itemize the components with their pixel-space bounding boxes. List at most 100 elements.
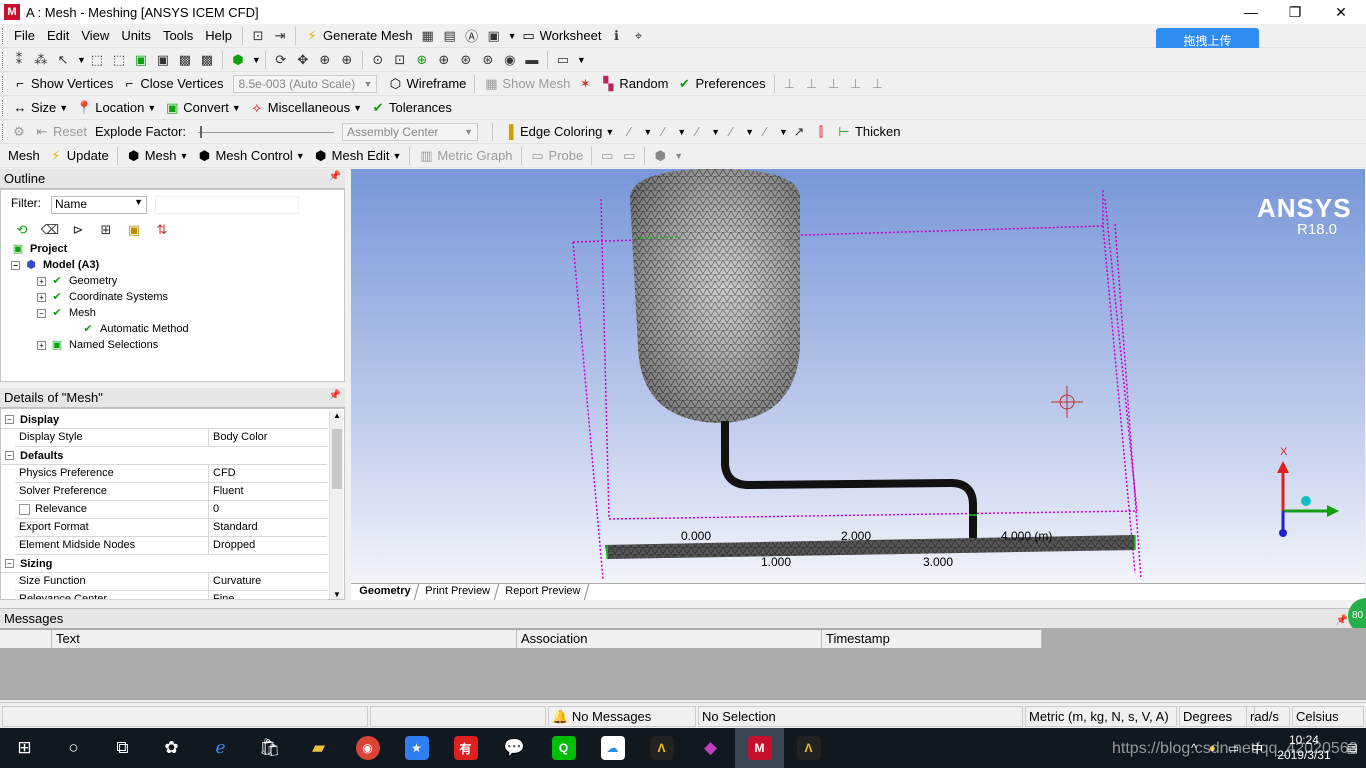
tree-item-mesh[interactable]: − ✔ Mesh <box>37 305 96 321</box>
metric-graph-button[interactable]: ▥ Metric Graph <box>414 145 516 167</box>
select-mesh-icon[interactable]: ▩ <box>196 50 218 70</box>
explode-icon[interactable]: ⚙ <box>8 122 30 142</box>
expand-icon[interactable]: + <box>37 276 46 286</box>
details-scrollbar[interactable]: ▲ ▼ <box>329 411 343 599</box>
align-icon-2[interactable]: ⊥ <box>801 74 823 94</box>
details-section[interactable]: − Display <box>1 411 327 429</box>
align-icon-4[interactable]: ⊥ <box>845 74 867 94</box>
expand-icon[interactable]: + <box>37 340 46 350</box>
assembly-center-combo[interactable]: Assembly Center ▼ <box>342 122 479 141</box>
mesh-edit-dropdown[interactable]: ⬢ Mesh Edit ▼ <box>309 145 406 167</box>
pin-icon[interactable]: 📌 <box>329 171 341 182</box>
baidu-netdisk-icon[interactable]: ☁ <box>588 728 637 768</box>
menu-view[interactable]: View <box>75 28 115 43</box>
edge-browser-icon[interactable]: ℯ <box>196 728 245 768</box>
status-messages[interactable]: 🔔 No Messages <box>548 706 696 727</box>
mesh-metric-icon[interactable]: ▤ <box>439 26 461 46</box>
details-section[interactable]: − Sizing <box>1 555 327 573</box>
tree-item-coordinate-systems[interactable]: + ✔ Coordinate Systems <box>37 289 168 305</box>
rotate-icon[interactable]: ⟳ <box>270 50 292 70</box>
messages-col-timestamp[interactable]: Timestamp <box>822 630 1042 648</box>
command-window-icon[interactable]: ⊡ <box>247 26 269 46</box>
edge-style-icon-4[interactable]: ⁄ <box>720 122 742 142</box>
store-icon[interactable]: 🛍 <box>245 728 294 768</box>
magnifier-icon[interactable]: ⊕ <box>411 50 433 70</box>
messages-col-association[interactable]: Association <box>517 630 822 648</box>
edge-style-icon-1[interactable]: ⁄ <box>618 122 640 142</box>
tree-item-geometry[interactable]: + ✔ Geometry <box>37 273 117 289</box>
details-row[interactable]: Size Function Curvature <box>15 573 327 591</box>
iqiyi-icon[interactable]: Q <box>539 728 588 768</box>
minimize-button[interactable]: — <box>1228 0 1274 24</box>
edge-direction-icon[interactable]: ↗ <box>788 122 810 142</box>
mesh-control-dropdown[interactable]: ⬢ Mesh Control ▼ <box>192 145 308 167</box>
details-row[interactable]: Relevance Center Fine <box>15 591 327 600</box>
apps-icon[interactable]: ✿ <box>147 728 196 768</box>
task-view-icon[interactable]: ⧉ <box>98 728 147 768</box>
align-icon-3[interactable]: ⊥ <box>823 74 845 94</box>
extend-selection-icon[interactable]: ⬢ <box>227 50 249 70</box>
edge-style-icon-5[interactable]: ⁄ <box>754 122 776 142</box>
details-row[interactable]: Relevance 0 <box>15 501 327 519</box>
worksheet-button[interactable]: ▭ Worksheet <box>517 25 606 47</box>
ansys-workbench-icon[interactable]: Λ <box>637 728 686 768</box>
tolerances-button[interactable]: ✔ Tolerances <box>366 97 456 119</box>
display-style-icon[interactable]: ⬢ <box>649 146 671 166</box>
relevance-checkbox[interactable] <box>19 504 30 515</box>
generate-mesh-button[interactable]: ⚡ Generate Mesh <box>300 25 417 47</box>
tree-item-automatic-method[interactable]: ✔ Automatic Method <box>81 321 188 337</box>
menu-edit[interactable]: Edit <box>41 28 75 43</box>
details-row[interactable]: Solver Preference Fluent <box>15 483 327 501</box>
assistant-icon[interactable]: ★ <box>392 728 441 768</box>
tag-icon[interactable]: ⌖ <box>627 26 649 46</box>
location-button[interactable]: 📍 Location ▼ <box>72 97 160 119</box>
ansys-cfd-icon[interactable]: Λ <box>784 728 833 768</box>
menu-tools[interactable]: Tools <box>157 28 199 43</box>
tree-icon[interactable]: ⊳ <box>67 220 89 240</box>
refresh-icon[interactable]: ⟲ <box>11 220 33 240</box>
magnifier-window-icon[interactable]: ⊕ <box>433 50 455 70</box>
isometric-view-icon[interactable]: ◉ <box>499 50 521 70</box>
details-section[interactable]: − Defaults <box>1 447 327 465</box>
collapse-icon[interactable]: − <box>37 308 46 318</box>
ruler-axis-icon[interactable]: ✶ <box>574 74 596 94</box>
menu-units[interactable]: Units <box>115 28 157 43</box>
thin-edge-icon[interactable]: ⫿ <box>810 122 832 142</box>
search-icon[interactable]: ○ <box>49 728 98 768</box>
pin-icon[interactable]: 📌 <box>329 390 341 401</box>
text-annotation-icon[interactable]: Ⓐ <box>461 26 483 46</box>
thicken-button[interactable]: ⊢ Thicken <box>832 121 905 143</box>
image-capture-icon[interactable]: ▣ <box>483 26 505 46</box>
probe-button[interactable]: ▭ Probe <box>526 145 588 167</box>
details-row[interactable]: Physics Preference CFD <box>15 465 327 483</box>
next-view-icon[interactable]: ⊛ <box>477 50 499 70</box>
convert-button[interactable]: ▣ Convert ▼ <box>160 97 244 119</box>
set-view-icon[interactable]: ▬ <box>521 50 543 70</box>
show-mesh-button[interactable]: ▦ Show Mesh <box>479 73 574 95</box>
select-vertex-icon[interactable]: ⬚ <box>86 50 108 70</box>
collapse-icon[interactable]: − <box>11 260 20 270</box>
miscellaneous-button[interactable]: ⟡ Miscellaneous ▼ <box>245 97 366 119</box>
select-element-icon[interactable]: ▩ <box>174 50 196 70</box>
select-body-icon[interactable]: ▣ <box>152 50 174 70</box>
details-row[interactable]: Element Midside Nodes Dropped <box>15 537 327 555</box>
zoom-icon[interactable]: ⊕ <box>314 50 336 70</box>
update-button[interactable]: ⚡ Update <box>44 145 113 167</box>
tab-print-preview[interactable]: Print Preview <box>417 584 500 600</box>
folder-icon[interactable]: ▣ <box>123 220 145 240</box>
box-zoom-icon[interactable]: ⊡ <box>389 50 411 70</box>
align-icon-5[interactable]: ⊥ <box>867 74 889 94</box>
expand-icon[interactable]: + <box>37 292 46 302</box>
tab-geometry[interactable]: Geometry <box>350 584 420 600</box>
details-row[interactable]: Display Style Body Color <box>15 429 327 447</box>
edge-style-icon-2[interactable]: ⁄ <box>652 122 674 142</box>
tree-item-project[interactable]: ▣ Project <box>11 241 68 257</box>
sort-icon[interactable]: ⇅ <box>151 220 173 240</box>
close-vertices-button[interactable]: ⌐ Close Vertices <box>117 73 227 95</box>
vertex-scale-combo[interactable]: 8.5e-003 (Auto Scale) ▼ <box>233 74 378 93</box>
filter-select[interactable]: Name ▼ <box>51 196 147 214</box>
tab-report-preview[interactable]: Report Preview <box>497 584 590 600</box>
max-icon[interactable]: ▭ <box>618 146 640 166</box>
details-row[interactable]: Export Format Standard <box>15 519 327 537</box>
clear-filter-icon[interactable]: ⌫ <box>39 220 61 240</box>
